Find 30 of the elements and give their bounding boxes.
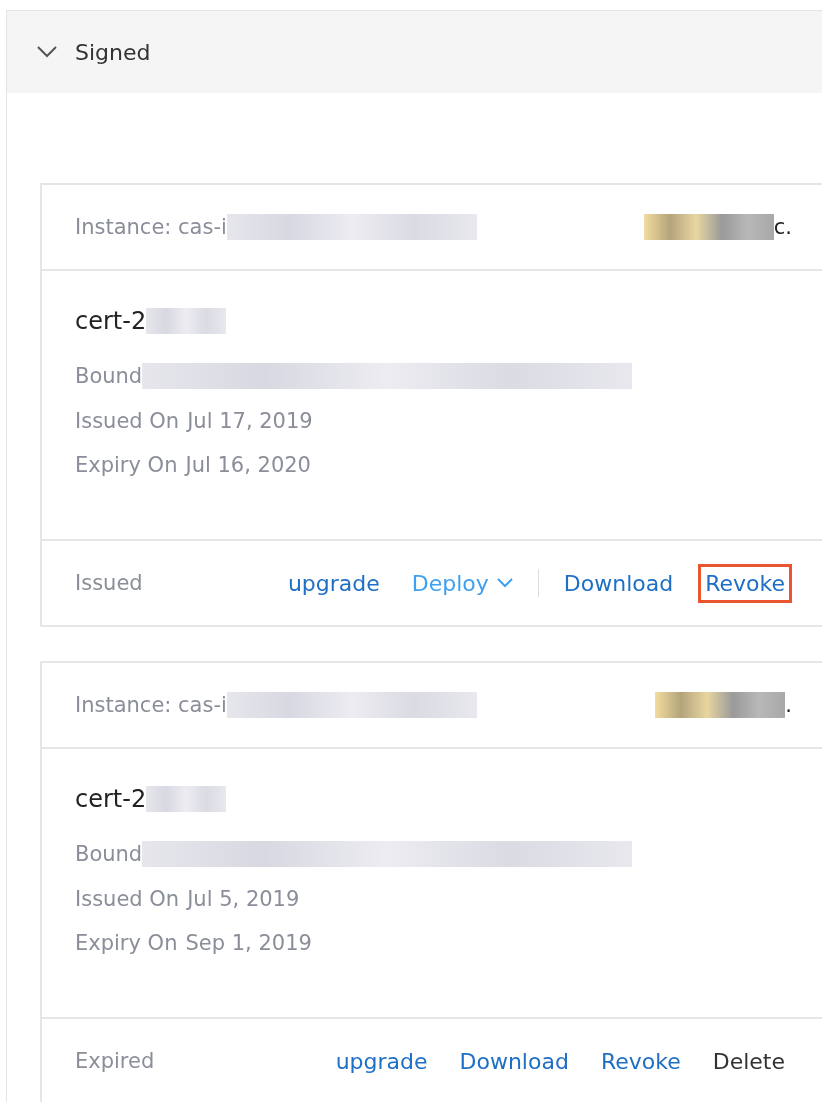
- chevron-icon: [37, 46, 57, 58]
- certificate-name: cert-2: [75, 307, 147, 335]
- expiry-date: Jul 16, 2020: [185, 453, 311, 477]
- caret-icon: [496, 578, 513, 588]
- instance-label: Instance: cas-i: [75, 693, 227, 717]
- action-link[interactable]: upgrade: [328, 1041, 435, 1081]
- status-text: Issued: [75, 571, 143, 595]
- issued-date: Jul 17, 2019: [187, 409, 313, 433]
- instance-label: Instance: cas-i: [75, 215, 227, 239]
- action-link[interactable]: Revoke: [698, 563, 792, 603]
- expiry-on-label: Expiry On: [75, 931, 178, 955]
- expiry-date: Sep 1, 2019: [185, 931, 312, 955]
- bound-label: Bound: [75, 842, 143, 866]
- status-text: Expired: [75, 1049, 155, 1073]
- action-link[interactable]: Delete: [705, 1041, 792, 1081]
- issued-on-label: Issued On: [75, 887, 180, 911]
- bound-label: Bound: [75, 364, 143, 388]
- expiry-on-label: Expiry On: [75, 453, 178, 477]
- action-link[interactable]: Download: [556, 563, 681, 603]
- action-link[interactable]: Download: [452, 1041, 576, 1081]
- organization-text: c.: [773, 215, 792, 239]
- certificate-name: cert-2: [75, 785, 147, 813]
- section-title: Signed: [75, 39, 151, 65]
- action-link[interactable]: upgrade: [280, 563, 387, 603]
- deploy-dropdown[interactable]: Deploy: [404, 563, 520, 603]
- issued-on-label: Issued On: [75, 409, 180, 433]
- issued-date: Jul 5, 2019: [187, 887, 300, 911]
- organization-text: .: [785, 693, 792, 717]
- section-header[interactable]: Signed: [7, 11, 822, 93]
- action-link[interactable]: Revoke: [593, 1041, 688, 1081]
